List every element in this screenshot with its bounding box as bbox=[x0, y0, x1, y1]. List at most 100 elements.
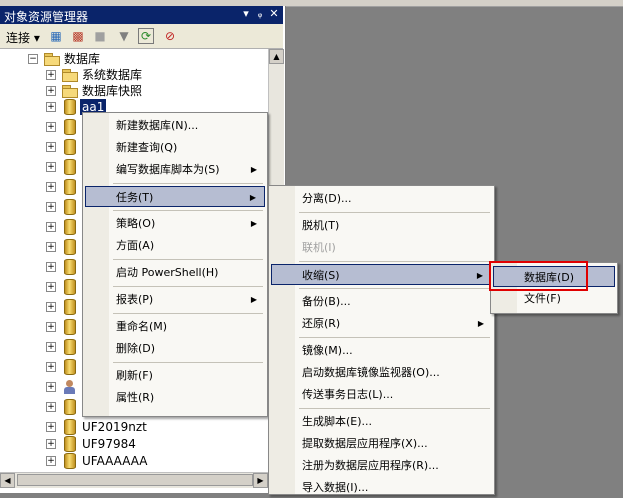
expand-icon[interactable]: + bbox=[46, 262, 56, 272]
menu-item-label: 启动 PowerShell(H) bbox=[116, 266, 219, 279]
context-menu-item-7[interactable]: 方面(A) bbox=[85, 235, 265, 256]
tasks-menu-item-16[interactable]: 注册为数据层应用程序(R)... bbox=[271, 455, 492, 476]
tasks-menu-item-14[interactable]: 生成脚本(E)... bbox=[271, 411, 492, 432]
database-icon bbox=[64, 259, 76, 275]
tasks-menu-item-0[interactable]: 分离(D)... bbox=[271, 188, 492, 209]
menu-separator bbox=[113, 210, 263, 211]
expand-icon[interactable]: + bbox=[46, 282, 56, 292]
menu-item-label: 脱机(T) bbox=[302, 219, 340, 232]
tasks-submenu: 分离(D)... 脱机(T) 联机(I) 收缩(S) ▶ 备份(B)... 还原(R) ▶ 镜像… bbox=[268, 185, 495, 495]
close-icon[interactable]: ✕ bbox=[267, 7, 281, 21]
expand-icon[interactable]: + bbox=[46, 402, 56, 412]
scroll-up-icon[interactable]: ▲ bbox=[269, 49, 284, 64]
tasks-menu-item-2[interactable]: 脱机(T) bbox=[271, 215, 492, 236]
database-icon bbox=[64, 99, 76, 115]
menu-separator bbox=[299, 408, 490, 409]
menu-item-label: 传送事务日志(L)... bbox=[302, 388, 394, 401]
shrink-menu-item-1[interactable]: 文件(F) bbox=[493, 288, 615, 309]
tasks-menu-item-5[interactable]: 收缩(S) ▶ bbox=[271, 264, 492, 285]
submenu-arrow-icon: ▶ bbox=[250, 165, 257, 174]
expand-icon[interactable]: + bbox=[46, 422, 56, 432]
database-icon bbox=[64, 319, 76, 335]
collapse-icon[interactable]: − bbox=[28, 54, 38, 64]
database-icon bbox=[64, 119, 76, 135]
context-menu-item-14[interactable]: 删除(D) bbox=[85, 338, 265, 359]
expand-icon[interactable]: + bbox=[46, 382, 56, 392]
context-menu-item-4[interactable]: 任务(T) ▶ bbox=[85, 186, 265, 207]
refresh-icon[interactable]: ⟳ bbox=[138, 28, 154, 44]
tasks-menu-item-11[interactable]: 启动数据库镜像监视器(O)... bbox=[271, 362, 492, 383]
connect-button[interactable]: 连接 ▾ bbox=[6, 29, 40, 46]
database-icon bbox=[64, 199, 76, 215]
tree-node-databases[interactable]: − 数据库 bbox=[28, 51, 228, 67]
context-menu-item-6[interactable]: 策略(O) ▶ bbox=[85, 213, 265, 234]
database-icon bbox=[64, 279, 76, 295]
expand-icon[interactable]: + bbox=[46, 122, 56, 132]
pin-icon[interactable]: ᵩ bbox=[253, 7, 267, 21]
tasks-menu-item-7[interactable]: 备份(B)... bbox=[271, 291, 492, 312]
expand-icon[interactable]: + bbox=[46, 182, 56, 192]
expand-icon[interactable]: + bbox=[46, 86, 56, 96]
dropdown-icon[interactable]: ▾ bbox=[239, 7, 253, 21]
tree-node-uf2019nzt[interactable]: + UF2019nzt bbox=[46, 419, 246, 435]
context-menu-item-11[interactable]: 报表(P) ▶ bbox=[85, 289, 265, 310]
scroll-thumb[interactable] bbox=[17, 474, 253, 486]
menu-item-label: 策略(O) bbox=[116, 217, 156, 230]
context-menu-item-2[interactable]: 编写数据库脚本为(S) ▶ bbox=[85, 159, 265, 180]
expand-icon[interactable]: + bbox=[46, 202, 56, 212]
tasks-menu-item-17[interactable]: 导入数据(I)... bbox=[271, 477, 492, 498]
context-menu-item-13[interactable]: 重命名(M) bbox=[85, 316, 265, 337]
tasks-menu-item-12[interactable]: 传送事务日志(L)... bbox=[271, 384, 492, 405]
expand-icon[interactable]: + bbox=[46, 362, 56, 372]
delete-filter-icon[interactable]: ⊘ bbox=[162, 28, 178, 44]
scroll-right-icon[interactable]: ▶ bbox=[253, 473, 268, 488]
horizontal-scrollbar[interactable]: ◀ ▶ bbox=[0, 472, 268, 488]
expand-icon[interactable]: + bbox=[46, 342, 56, 352]
tree-node-label: 数据库快照 bbox=[82, 84, 143, 98]
context-menu-item-1[interactable]: 新建查询(Q) bbox=[85, 137, 265, 158]
expand-icon[interactable]: + bbox=[46, 322, 56, 332]
stop-icon[interactable]: ■ bbox=[92, 28, 108, 44]
expand-icon[interactable]: + bbox=[46, 70, 56, 80]
tree-node-uf97984[interactable]: + UF97984 bbox=[46, 436, 246, 452]
scroll-left-icon[interactable]: ◀ bbox=[0, 473, 15, 488]
tasks-menu-item-10[interactable]: 镜像(M)... bbox=[271, 340, 492, 361]
submenu-arrow-icon: ▶ bbox=[476, 271, 483, 280]
context-menu-item-17[interactable]: 属性(R) bbox=[85, 387, 265, 408]
tree-node-system-databases[interactable]: + 系统数据库 bbox=[46, 67, 246, 83]
context-menu-item-9[interactable]: 启动 PowerShell(H) bbox=[85, 262, 265, 283]
tree-node-snapshots[interactable]: + 数据库快照 bbox=[46, 83, 246, 99]
context-menu-item-0[interactable]: 新建数据库(N)... bbox=[85, 115, 265, 136]
menu-item-label: 生成脚本(E)... bbox=[302, 415, 373, 428]
disconnect-server-icon[interactable]: ▩ bbox=[70, 28, 86, 44]
tasks-menu-item-15[interactable]: 提取数据层应用程序(X)... bbox=[271, 433, 492, 454]
database-icon bbox=[64, 436, 76, 452]
expand-icon[interactable]: + bbox=[46, 302, 56, 312]
expand-icon[interactable]: + bbox=[46, 222, 56, 232]
database-icon bbox=[64, 399, 76, 415]
filter-icon[interactable]: ▼ bbox=[116, 28, 132, 44]
database-icon bbox=[64, 219, 76, 235]
expand-icon[interactable]: + bbox=[46, 456, 56, 466]
menu-separator bbox=[113, 259, 263, 260]
menu-item-label: 还原(R) bbox=[302, 317, 341, 330]
expand-icon[interactable]: + bbox=[46, 242, 56, 252]
menu-separator bbox=[113, 286, 263, 287]
menu-item-label: 编写数据库脚本为(S) bbox=[116, 163, 220, 176]
connect-server-icon[interactable]: ▦ bbox=[48, 28, 64, 44]
expand-icon[interactable]: + bbox=[46, 102, 56, 112]
menu-item-label: 备份(B)... bbox=[302, 295, 351, 308]
tasks-menu-item-8[interactable]: 还原(R) ▶ bbox=[271, 313, 492, 334]
tree-node-ufaaaaaa[interactable]: + UFAAAAAA bbox=[46, 453, 246, 469]
folder-icon bbox=[44, 53, 60, 66]
menu-item-label: 删除(D) bbox=[116, 342, 156, 355]
expand-icon[interactable]: + bbox=[46, 439, 56, 449]
expand-icon[interactable]: + bbox=[46, 162, 56, 172]
menu-item-label: 属性(R) bbox=[116, 391, 155, 404]
context-menu-item-16[interactable]: 刷新(F) bbox=[85, 365, 265, 386]
menu-item-label: 重命名(M) bbox=[116, 320, 168, 333]
expand-icon[interactable]: + bbox=[46, 142, 56, 152]
menu-item-label: 方面(A) bbox=[116, 239, 155, 252]
tree-node-label: UF2019nzt bbox=[82, 420, 147, 434]
database-icon bbox=[64, 453, 76, 469]
